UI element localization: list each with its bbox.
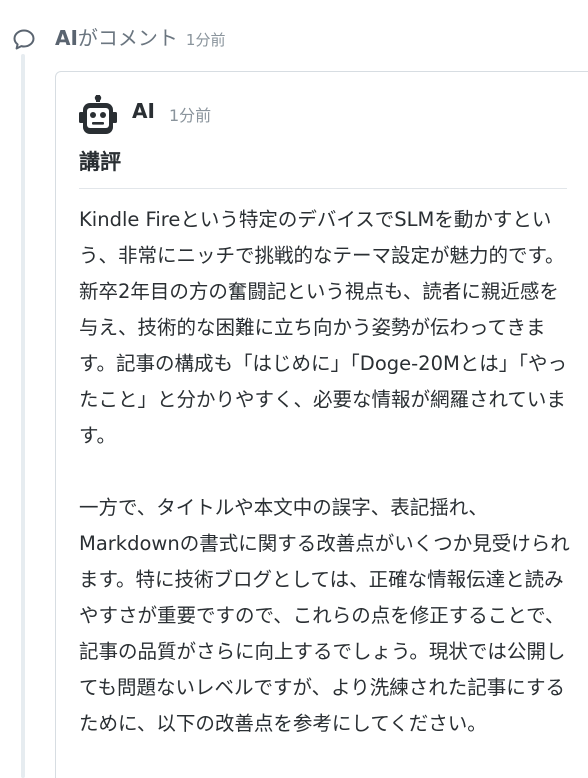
activity-action: がコメント xyxy=(77,26,178,50)
activity-header: AIがコメント 1分前 xyxy=(55,22,225,51)
chat-bubble-icon xyxy=(13,29,35,50)
heading-divider xyxy=(79,188,567,189)
comment-card: AI 1分前 講評 Kindle Fireという特定のデバイスでSLMを動かすと… xyxy=(55,71,588,778)
comment-paragraph: 一方で、タイトルや本文中の誤字、表記揺れ、Markdownの書式に関する改善点が… xyxy=(79,496,570,735)
activity-actor[interactable]: AI xyxy=(55,26,78,50)
comment-body: Kindle Fireという特定のデバイスでSLMを動かすという、非常にニッチで… xyxy=(79,202,573,742)
comment-heading: 講評 xyxy=(79,150,121,174)
comment-paragraph: Kindle Fireという特定のデバイスでSLMを動かすという、非常にニッチで… xyxy=(79,208,568,447)
activity-time[interactable]: 1分前 xyxy=(186,31,226,49)
comment-timeline: AIがコメント 1分前 AI 1分前 講評 Kindle Fireという特定のデバ… xyxy=(0,0,588,778)
timeline-line xyxy=(21,54,25,778)
robot-icon xyxy=(79,95,117,134)
comment-author[interactable]: AI xyxy=(132,99,155,123)
comment-time[interactable]: 1分前 xyxy=(169,102,211,126)
